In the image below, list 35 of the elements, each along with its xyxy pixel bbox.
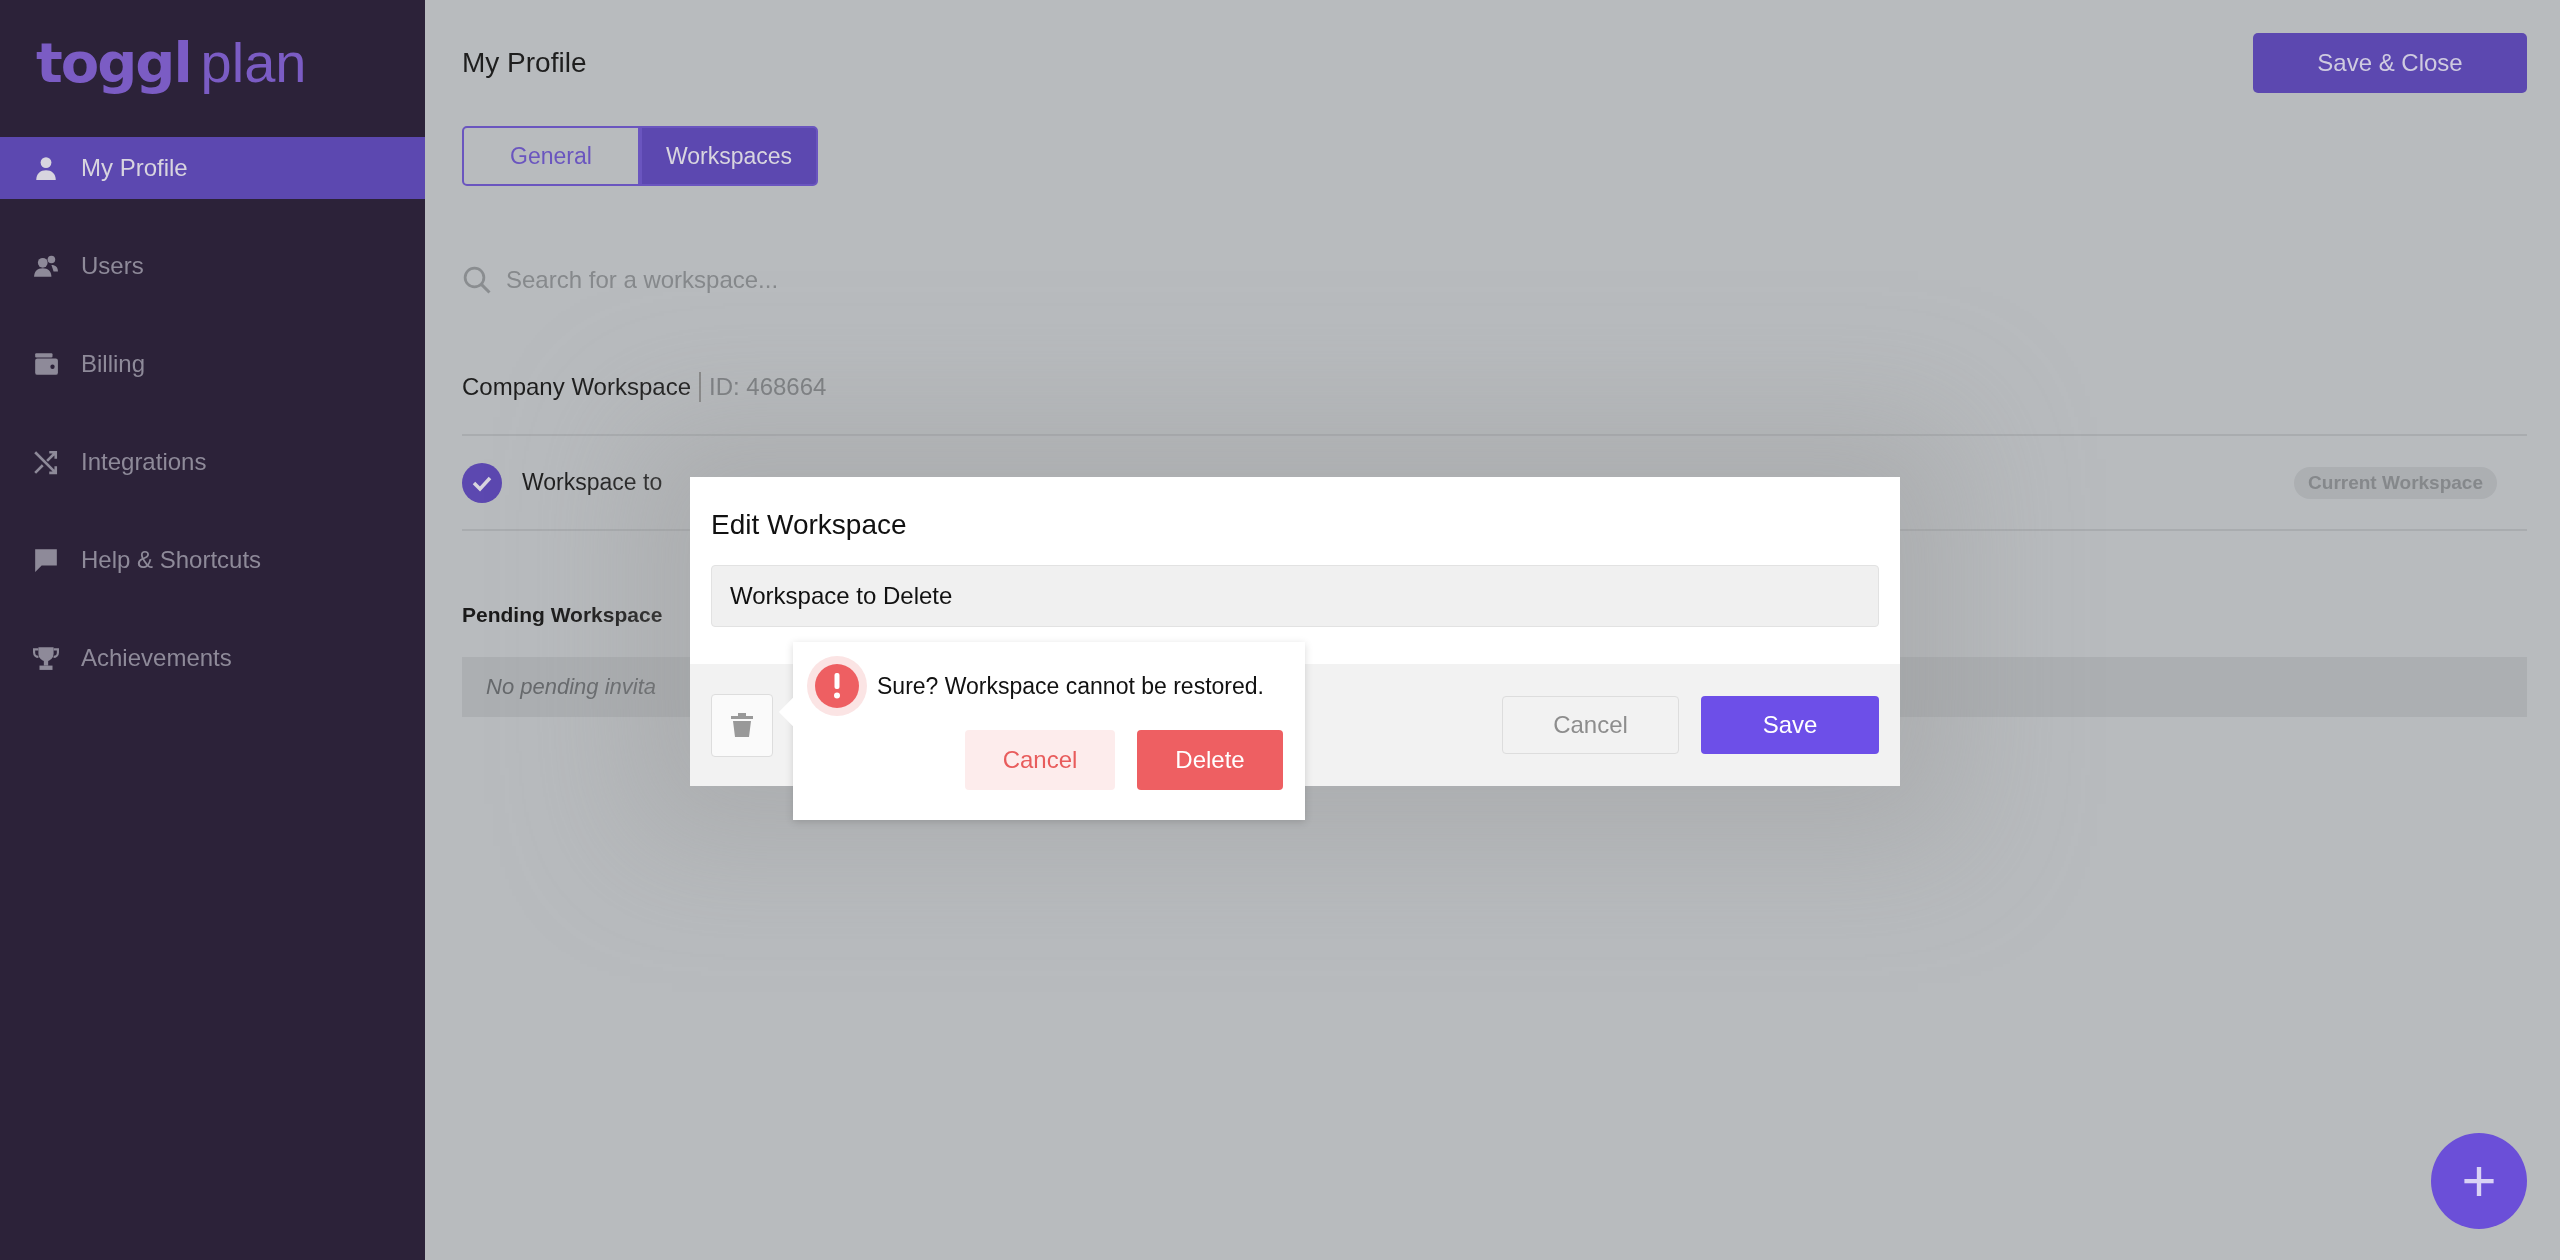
sidebar-item[interactable]: Help & Shortcuts [0, 529, 425, 591]
tab[interactable]: Workspaces [640, 126, 818, 186]
delete-button[interactable]: Delete [1137, 730, 1283, 790]
confirm-message: Sure? Workspace cannot be restored. [877, 672, 1264, 700]
cancel-button[interactable]: Cancel [1502, 696, 1679, 754]
delete-button[interactable] [711, 693, 773, 757]
search-icon [462, 265, 492, 295]
sidebar-item[interactable]: Integrations [0, 431, 425, 493]
save-close-button[interactable]: Save & Close [2253, 33, 2527, 93]
shuffle-icon [33, 449, 59, 475]
chat-icon [33, 547, 59, 573]
wallet-icon [33, 351, 59, 377]
logo-wordmark: toggl [36, 30, 191, 95]
workspace-id: ID: 468664 [709, 373, 827, 401]
sidebar-item[interactable]: Billing [0, 333, 425, 395]
sidebar-item[interactable]: Achievements [0, 627, 425, 689]
tab[interactable]: General [462, 126, 640, 186]
trophy-icon [33, 645, 59, 671]
logo-product-name: plan [200, 30, 307, 95]
section-heading: Pending Workspace [462, 603, 664, 627]
dialog-title: Edit Workspace [711, 509, 908, 541]
warning-icon [807, 656, 867, 716]
save-button[interactable]: Save [1701, 696, 1879, 754]
sidebar-item[interactable]: My Profile [0, 137, 425, 199]
workspace-group-name: Company Workspace [462, 373, 691, 401]
cancel-button[interactable]: Cancel [965, 730, 1115, 790]
page-title: My Profile [462, 47, 587, 79]
add-button[interactable]: + [2431, 1133, 2527, 1229]
workspace-name: Workspace to [522, 469, 664, 496]
person-icon [33, 155, 59, 181]
workspace-name-field[interactable]: Workspace to Delete [711, 565, 1879, 627]
empty-state-text: No pending invita [486, 674, 656, 700]
users-icon [33, 253, 59, 279]
sidebar-item[interactable]: Users [0, 235, 425, 297]
trash-icon [731, 713, 753, 737]
